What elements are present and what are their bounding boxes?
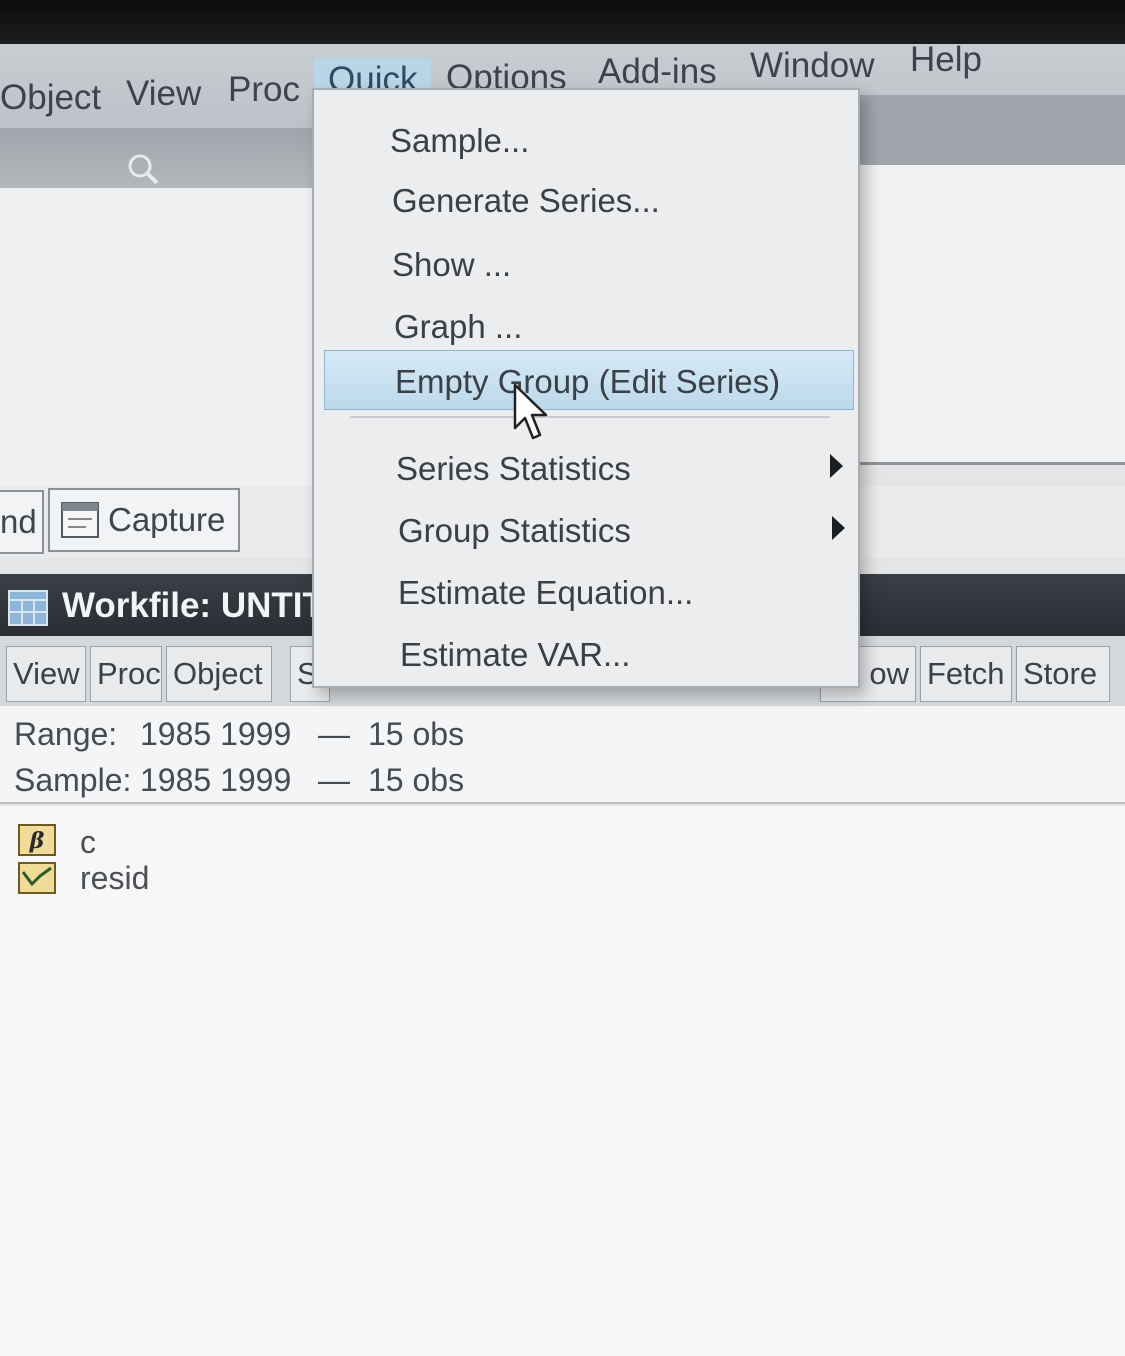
quick-menu-estimate-equation-label: Estimate Equation... <box>398 574 694 611</box>
quick-menu-generate-series[interactable]: Generate Series... <box>314 174 858 230</box>
menu-proc[interactable]: Proc <box>228 70 300 110</box>
search-icon[interactable] <box>126 152 160 186</box>
menu-object[interactable]: Object <box>0 78 101 118</box>
quick-menu-empty-group-label: Empty Group (Edit Series) <box>395 363 781 400</box>
menu-add-ins[interactable]: Add-ins <box>598 52 717 92</box>
capture-button-label: Capture <box>108 501 226 538</box>
menu-help[interactable]: Help <box>910 40 982 80</box>
quick-menu-dropdown: Sample... Generate Series... Show ... Gr… <box>312 88 860 688</box>
sample-dash: — <box>318 762 350 798</box>
workfile-proc-label: Proc <box>97 656 161 691</box>
capture-button[interactable]: Capture <box>48 488 240 552</box>
command-strip-right <box>855 95 1125 165</box>
workfile-fetch-button[interactable]: Fetch <box>920 646 1012 702</box>
object-c[interactable]: c <box>80 824 96 861</box>
workfile-store-button[interactable]: Store <box>1016 646 1110 702</box>
workfile-info-panel: Range: 1985 1999 — 15 obs Sample: 1985 1… <box>0 706 1125 804</box>
sample-obs: 15 obs <box>368 762 465 798</box>
series-icon <box>18 862 56 894</box>
quick-menu-graph-label: Graph ... <box>394 308 523 345</box>
submenu-arrow-icon <box>832 516 845 540</box>
workfile-object-label: Object <box>173 656 263 691</box>
workfile-store-label: Store <box>1023 656 1098 691</box>
quick-menu-series-statistics[interactable]: Series Statistics <box>314 442 858 498</box>
command-button-partial[interactable]: nd <box>0 490 44 554</box>
workfile-object-list: β c resid <box>0 806 1125 1356</box>
menu-separator <box>350 416 830 418</box>
command-window[interactable] <box>0 188 320 488</box>
range-obs: 15 obs <box>368 716 465 752</box>
coefficient-icon: β <box>18 824 56 856</box>
range-dash: — <box>318 716 350 752</box>
quick-menu-estimate-equation[interactable]: Estimate Equation... <box>314 566 858 622</box>
svg-text:β: β <box>29 828 45 854</box>
quick-menu-group-statistics[interactable]: Group Statistics <box>314 504 858 560</box>
quick-menu-show-label: Show ... <box>392 246 512 283</box>
command-window-right[interactable] <box>855 165 1125 465</box>
quick-menu-estimate-var[interactable]: Estimate VAR... <box>314 628 858 684</box>
range-label: Range: <box>14 716 118 752</box>
workfile-view-label: View <box>13 656 80 691</box>
command-button-partial-label: nd <box>0 503 37 540</box>
quick-menu-estimate-var-label: Estimate VAR... <box>400 636 631 673</box>
quick-menu-graph[interactable]: Graph ... <box>314 298 858 354</box>
workfile-proc-button[interactable]: Proc <box>90 646 162 702</box>
workfile-show-label: ow <box>869 656 909 691</box>
menu-view[interactable]: View <box>126 74 201 114</box>
quick-menu-group-statistics-label: Group Statistics <box>398 512 631 549</box>
quick-menu-show[interactable]: Show ... <box>314 236 858 292</box>
workfile-view-button[interactable]: View <box>6 646 86 702</box>
range-value[interactable]: 1985 1999 <box>140 716 291 753</box>
capture-icon <box>61 502 99 538</box>
quick-menu-generate-series-label: Generate Series... <box>392 182 660 219</box>
menu-window[interactable]: Window <box>750 46 874 86</box>
sample-value[interactable]: 1985 1999 <box>140 762 291 799</box>
workfile-icon <box>8 590 48 626</box>
workfile-title: Workfile: UNTIT <box>62 586 324 625</box>
mouse-cursor-icon <box>513 383 548 440</box>
quick-menu-sample[interactable]: Sample... <box>314 114 858 170</box>
sample-label: Sample: <box>14 762 132 798</box>
quick-menu-empty-group[interactable]: Empty Group (Edit Series) <box>324 350 854 410</box>
workfile-fetch-label: Fetch <box>927 656 1005 691</box>
quick-menu-series-statistics-label: Series Statistics <box>396 450 631 487</box>
submenu-arrow-icon <box>830 454 843 478</box>
object-resid[interactable]: resid <box>80 860 149 897</box>
quick-menu-sample-label: Sample... <box>390 122 530 159</box>
workfile-object-button[interactable]: Object <box>166 646 272 702</box>
